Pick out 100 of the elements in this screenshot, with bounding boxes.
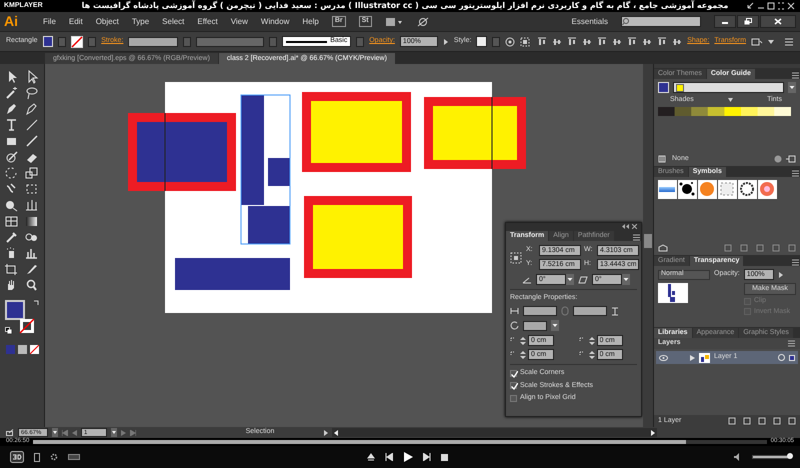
previous-track-icon[interactable] [384,453,392,461]
speaker-icon[interactable] [734,453,742,461]
target-icon[interactable] [778,354,785,361]
gradient-mode-icon[interactable] [18,344,26,354]
caret-icon[interactable] [788,82,796,93]
shades-tints-strip[interactable] [658,107,791,116]
swap-icon[interactable] [33,300,39,306]
align-icon[interactable] [657,36,668,46]
selection-indicator-icon[interactable] [789,354,795,360]
caret-icon[interactable] [622,274,630,285]
align-icon[interactable] [642,36,652,46]
spinner-icon[interactable] [520,350,526,360]
panel-menu-icon[interactable] [791,259,800,266]
stroke-weight-field[interactable] [128,36,178,46]
spinner-icon[interactable] [520,336,526,346]
eye-icon[interactable] [659,354,668,360]
settings-icon[interactable] [50,453,58,461]
recolor-icon[interactable] [505,36,516,46]
harmony-bar[interactable] [673,82,784,93]
eject-icon[interactable] [366,453,374,461]
align-icon[interactable] [537,36,548,46]
ring-symbol-icon[interactable] [738,180,757,199]
minimize-button[interactable] [714,15,736,28]
scroll-left-icon[interactable] [334,430,338,436]
share-icon[interactable] [6,429,14,436]
fill-swatch[interactable] [5,300,25,320]
reference-point-icon[interactable] [510,252,522,264]
none-mode-icon[interactable] [30,344,38,354]
caret-icon[interactable] [551,320,559,332]
panel-menu-icon[interactable] [784,38,794,46]
arrow-icon[interactable] [778,270,784,278]
menu-item[interactable]: Edit [68,16,83,26]
horizontal-scrollbar[interactable] [332,428,657,437]
symbol-library-icon[interactable] [658,244,668,252]
arrange-icon[interactable] [384,16,403,26]
swatch-library-icon[interactable] [658,154,668,163]
restore-icon[interactable] [746,2,756,10]
caret-icon[interactable] [111,428,117,437]
play-icon[interactable] [402,452,412,462]
playlist-icon[interactable] [34,452,40,462]
align-icon[interactable] [597,36,608,46]
panel-menu-icon[interactable] [632,234,641,241]
menu-item[interactable]: Select [162,16,184,26]
scroll-thumb[interactable] [644,234,652,248]
style-swatch[interactable] [476,36,488,47]
align-icon[interactable] [627,36,638,46]
previous-icon[interactable] [72,430,77,436]
arrow-icon[interactable] [442,38,449,46]
menu-item[interactable]: Help [302,16,319,26]
profile-field[interactable] [196,36,264,46]
isolate-icon[interactable] [751,36,764,46]
framed-rectangle[interactable] [302,92,411,172]
close-icon[interactable] [786,2,796,10]
align-grid-icon[interactable] [520,36,532,46]
arrow-icon[interactable] [324,430,328,436]
save-group-icon[interactable] [786,154,796,163]
base-color-swatch[interactable] [658,82,669,93]
align-icon[interactable] [612,36,622,46]
search-field[interactable] [621,16,701,27]
align-icon[interactable] [582,36,592,46]
close-icon[interactable] [632,224,637,229]
sync-icon[interactable] [416,16,430,26]
menu-item[interactable]: Object [96,16,119,26]
panel-menu-icon[interactable] [787,340,796,347]
fill-swatch[interactable] [42,36,54,47]
menu-item[interactable]: Effect [197,16,218,26]
checkbox[interactable] [510,370,517,378]
selected-rectangles[interactable] [240,94,290,244]
corner-type-field[interactable] [523,320,547,331]
align-icon[interactable] [672,36,682,46]
stop-icon[interactable] [440,454,448,460]
volume-thumb[interactable] [787,453,793,459]
last-icon[interactable] [130,430,136,436]
next-icon[interactable] [121,430,126,436]
expand-icon[interactable] [690,354,695,360]
align-icon[interactable] [567,36,578,46]
align-icon[interactable] [552,36,562,46]
3d-icon[interactable] [10,451,24,463]
framed-rectangle[interactable] [304,196,412,278]
default-colors-icon[interactable] [5,327,12,334]
bar-symbol-icon[interactable] [658,180,677,199]
menu-item[interactable]: File [43,16,56,26]
panel-menu-icon[interactable] [791,170,800,177]
scroll-right-icon[interactable] [651,430,655,436]
width-field[interactable] [523,306,557,316]
menu-item[interactable]: Type [132,16,150,26]
fullscreen-icon[interactable] [776,2,786,10]
caret-icon[interactable] [52,428,58,437]
checkbox[interactable] [510,394,517,402]
close-button[interactable] [760,15,796,28]
spinner-icon[interactable] [588,350,594,360]
menu-item[interactable]: Window [260,16,290,26]
height-field[interactable] [573,306,607,316]
caret-icon[interactable] [566,274,574,285]
next-track-icon[interactable] [422,453,430,461]
restore-button[interactable] [737,15,759,28]
stroke-swatch[interactable] [71,36,84,48]
spinner-icon[interactable] [588,336,594,346]
first-icon[interactable] [62,430,68,436]
color-mode-icon[interactable] [6,344,14,354]
